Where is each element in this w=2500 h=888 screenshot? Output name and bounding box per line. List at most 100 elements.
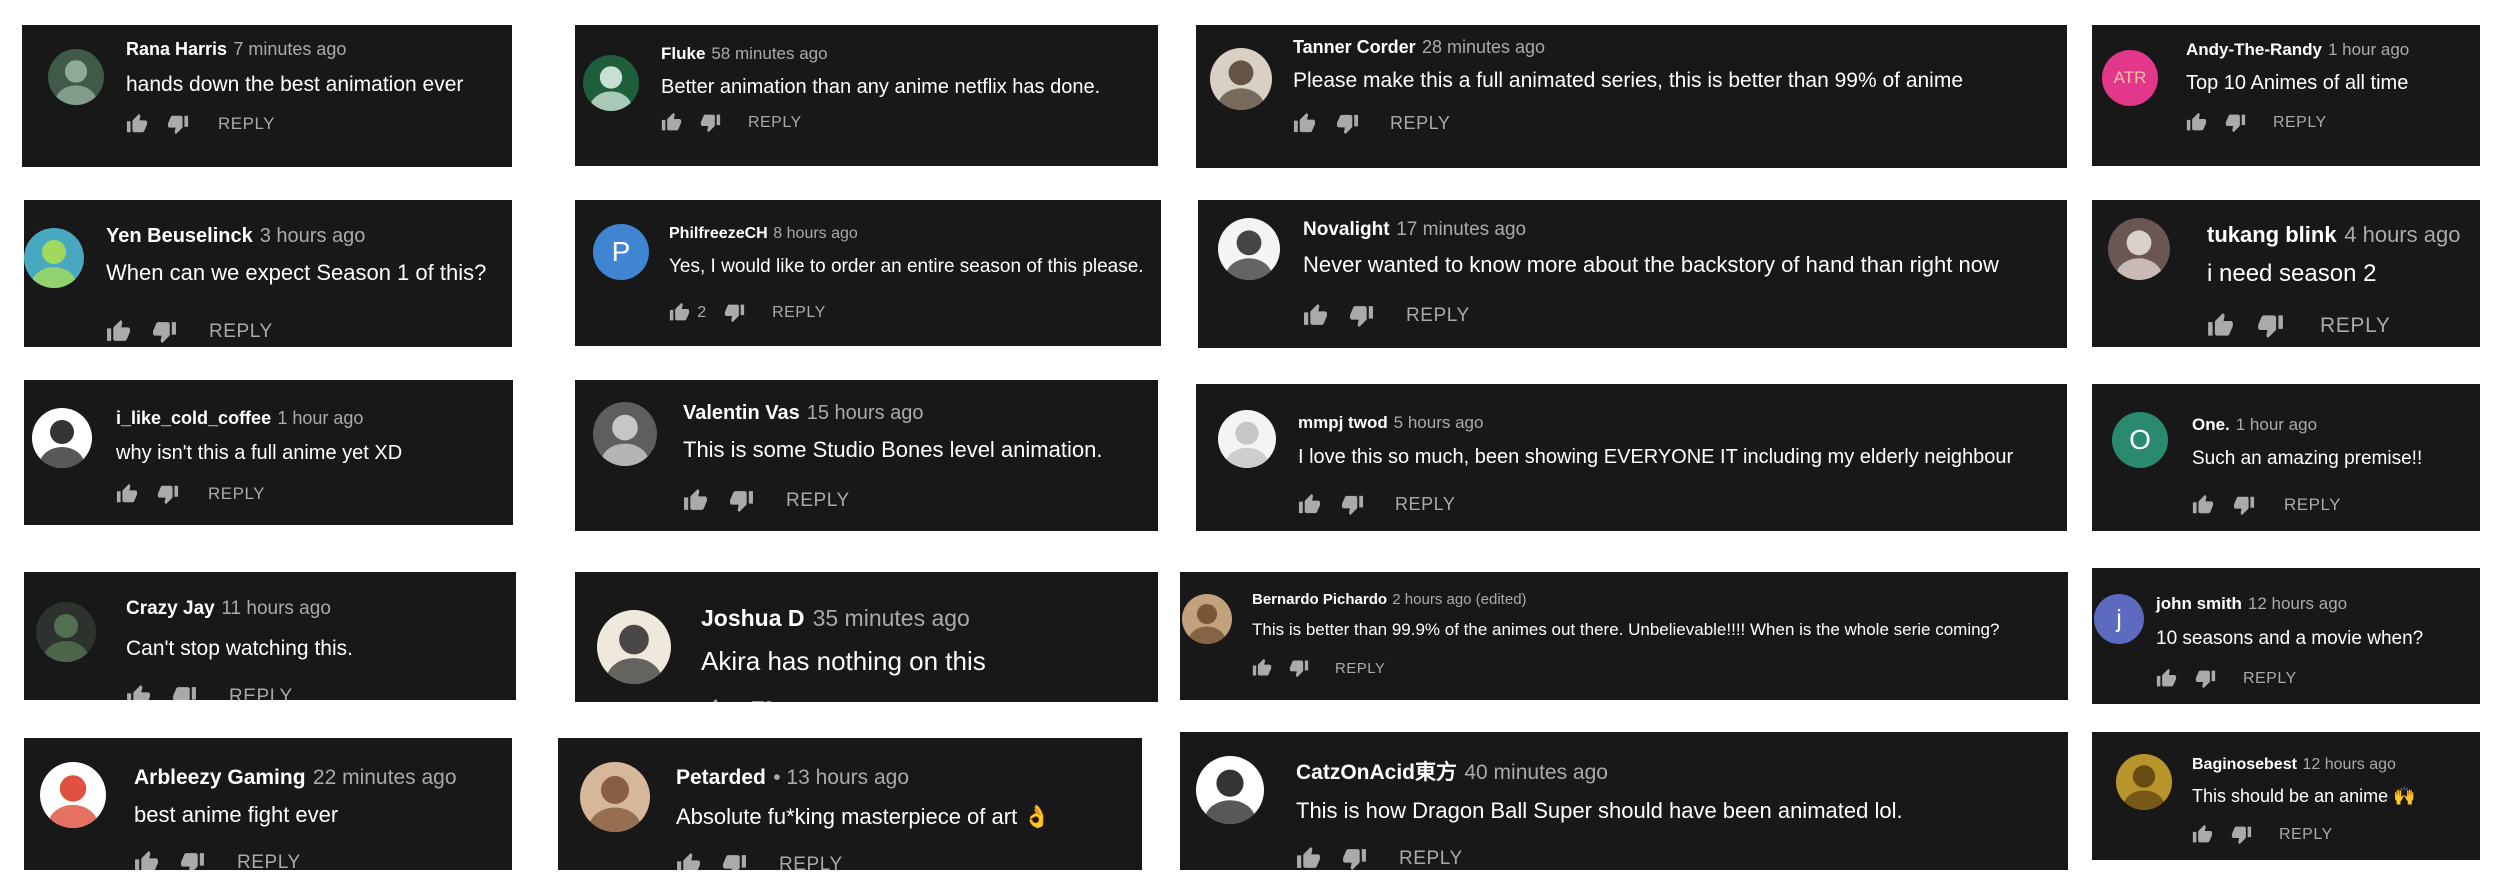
dislike-button[interactable] — [172, 684, 197, 700]
dislike-button[interactable] — [167, 113, 189, 135]
reply-button[interactable]: REPLY — [2284, 495, 2341, 515]
avatar[interactable] — [1218, 410, 1276, 468]
avatar[interactable] — [36, 602, 96, 662]
comment-timestamp[interactable]: 8 hours ago — [773, 225, 858, 242]
avatar[interactable] — [593, 402, 657, 466]
avatar[interactable] — [2108, 218, 2170, 280]
avatar[interactable] — [1218, 218, 1280, 280]
comment-timestamp[interactable]: 1 hour ago — [277, 408, 363, 428]
reply-button[interactable]: REPLY — [208, 484, 265, 504]
comment-author[interactable]: Baginosebest — [2192, 756, 2297, 773]
like-button[interactable] — [1252, 658, 1272, 678]
comment-timestamp[interactable]: 12 hours ago — [2248, 594, 2347, 613]
like-button[interactable] — [1296, 846, 1321, 870]
reply-button[interactable]: REPLY — [2279, 826, 2333, 844]
dislike-button[interactable] — [1289, 658, 1309, 678]
comment-author[interactable]: Joshua D — [701, 605, 805, 631]
reply-button[interactable]: REPLY — [786, 490, 850, 512]
dislike-button[interactable] — [2233, 494, 2255, 516]
dislike-button[interactable] — [152, 319, 177, 344]
comment-timestamp[interactable]: 2 hours ago (edited) — [1392, 591, 1526, 608]
reply-button[interactable]: REPLY — [1395, 494, 1455, 515]
comment-author[interactable]: CatzOnAcid東方 — [1296, 761, 1457, 784]
avatar[interactable] — [1196, 756, 1264, 824]
like-button[interactable] — [1298, 493, 1321, 516]
avatar[interactable] — [48, 49, 104, 105]
comment-author[interactable]: One. — [2192, 415, 2230, 434]
comment-timestamp[interactable]: 7 minutes ago — [233, 39, 346, 59]
like-button[interactable] — [2192, 824, 2213, 845]
like-button[interactable] — [1303, 303, 1328, 328]
comment-author[interactable]: Tanner Corder — [1293, 37, 1416, 57]
like-button[interactable] — [2192, 494, 2214, 516]
like-button[interactable] — [126, 684, 151, 700]
dislike-button[interactable] — [2195, 668, 2216, 689]
comment-timestamp[interactable]: 11 hours ago — [221, 598, 331, 619]
comment-timestamp[interactable]: 35 minutes ago — [813, 605, 970, 631]
dislike-button[interactable] — [747, 698, 772, 702]
comment-timestamp[interactable]: 12 hours ago — [2303, 756, 2396, 773]
comment-author[interactable]: i_like_cold_coffee — [116, 408, 271, 428]
comment-timestamp[interactable]: 58 minutes ago — [711, 44, 827, 63]
comment-author[interactable]: Petarded — [676, 766, 766, 789]
avatar[interactable]: j — [2094, 594, 2144, 644]
comment-timestamp[interactable]: • 13 hours ago — [773, 766, 909, 789]
dislike-button[interactable] — [2231, 824, 2252, 845]
avatar[interactable] — [24, 228, 84, 288]
comment-author[interactable]: Bernardo Pichardo — [1252, 591, 1387, 608]
like-button[interactable] — [661, 112, 682, 133]
dislike-button[interactable] — [157, 483, 179, 505]
reply-button[interactable]: REPLY — [748, 114, 802, 132]
dislike-button[interactable] — [2257, 312, 2284, 339]
comment-timestamp[interactable]: 40 minutes ago — [1464, 761, 1608, 784]
comment-timestamp[interactable]: 22 minutes ago — [313, 766, 457, 789]
comment-timestamp[interactable]: 1 hour ago — [2328, 40, 2409, 59]
comment-timestamp[interactable]: 15 hours ago — [807, 402, 924, 424]
like-button[interactable] — [106, 319, 131, 344]
dislike-button[interactable] — [1341, 493, 1364, 516]
dislike-button[interactable] — [724, 302, 745, 323]
comment-timestamp[interactable]: 28 minutes ago — [1422, 37, 1545, 57]
like-button[interactable] — [2156, 668, 2177, 689]
dislike-button[interactable] — [180, 850, 205, 870]
like-button[interactable] — [1293, 112, 1316, 135]
avatar[interactable] — [32, 408, 92, 468]
like-button[interactable] — [669, 302, 690, 323]
comment-author[interactable]: Yen Beuselinck — [106, 225, 253, 247]
dislike-button[interactable] — [729, 488, 754, 513]
avatar[interactable]: O — [2112, 412, 2168, 468]
avatar[interactable]: ATR — [2102, 50, 2158, 106]
like-button[interactable] — [2207, 312, 2234, 339]
avatar[interactable] — [597, 610, 671, 684]
reply-button[interactable]: REPLY — [218, 114, 275, 134]
comment-author[interactable]: mmpj twod — [1298, 413, 1388, 432]
comment-author[interactable]: Arbleezy Gaming — [134, 766, 306, 789]
reply-button[interactable]: REPLY — [237, 852, 301, 871]
comment-author[interactable]: Novalight — [1303, 219, 1390, 240]
reply-button[interactable]: REPLY — [779, 854, 843, 871]
like-button[interactable] — [116, 483, 138, 505]
dislike-button[interactable] — [722, 852, 747, 870]
reply-button[interactable]: REPLY — [1399, 848, 1463, 870]
reply-button[interactable]: REPLY — [229, 686, 293, 701]
reply-button[interactable]: REPLY — [1335, 660, 1385, 677]
comment-timestamp[interactable]: 5 hours ago — [1394, 413, 1484, 432]
comment-author[interactable]: john smith — [2156, 594, 2242, 613]
comment-author[interactable]: Fluke — [661, 44, 705, 63]
avatar[interactable]: P — [593, 224, 649, 280]
like-button[interactable] — [2186, 112, 2207, 133]
avatar[interactable] — [40, 762, 106, 828]
comment-author[interactable]: PhilfreezeCH — [669, 225, 768, 242]
reply-button[interactable]: REPLY — [804, 700, 868, 703]
comment-author[interactable]: tukang blink — [2207, 222, 2337, 247]
avatar[interactable] — [583, 55, 639, 111]
like-button[interactable] — [126, 113, 148, 135]
dislike-button[interactable] — [1336, 112, 1359, 135]
reply-button[interactable]: REPLY — [2243, 670, 2297, 688]
like-button[interactable] — [134, 850, 159, 870]
like-button[interactable] — [701, 698, 726, 702]
comment-timestamp[interactable]: 17 minutes ago — [1396, 219, 1526, 240]
avatar[interactable] — [1182, 594, 1232, 644]
avatar[interactable] — [1210, 48, 1272, 110]
like-button[interactable] — [683, 488, 708, 513]
